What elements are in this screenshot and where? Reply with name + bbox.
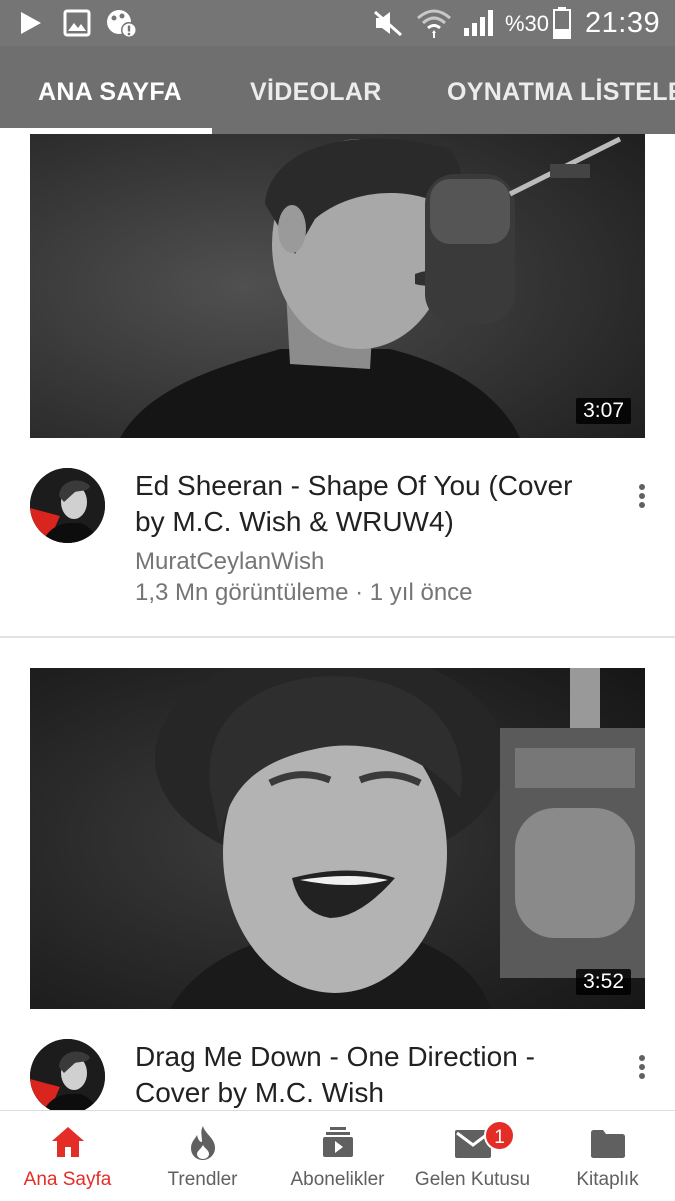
image-notification-icon bbox=[63, 9, 91, 37]
bottom-navigation: Ana Sayfa Trendler Abonelikler 1 Gelen K… bbox=[0, 1110, 675, 1201]
home-icon bbox=[51, 1127, 84, 1157]
nav-trending[interactable]: Trendler bbox=[135, 1111, 270, 1201]
video-meta: 1,3 Mn görüntüleme · 1 yıl önce bbox=[135, 579, 473, 606]
inbox-badge: 1 bbox=[484, 1120, 515, 1151]
nav-inbox-label: Gelen Kutusu bbox=[414, 1169, 531, 1190]
tab-home[interactable]: ANA SAYFA bbox=[38, 46, 182, 134]
status-bar: %30 21:39 bbox=[0, 0, 675, 46]
channel-tab-bar: ANA SAYFA VİDEOLAR OYNATMA LİSTELERİ bbox=[0, 46, 675, 134]
nav-library[interactable]: Kitaplık bbox=[540, 1111, 675, 1201]
channel-avatar[interactable] bbox=[30, 1039, 105, 1110]
channel-avatar[interactable] bbox=[30, 468, 105, 543]
video-duration: 3:07 bbox=[576, 398, 631, 424]
cellular-signal-icon bbox=[464, 10, 493, 36]
video-channel-name[interactable]: MuratCeylanWish bbox=[135, 548, 324, 576]
nav-inbox[interactable]: 1 Gelen Kutusu bbox=[405, 1111, 540, 1201]
divider bbox=[0, 636, 675, 638]
tab-videos[interactable]: VİDEOLAR bbox=[250, 46, 382, 134]
video-thumbnail[interactable]: 3:07 bbox=[30, 134, 645, 438]
play-notification-icon bbox=[21, 12, 41, 34]
nav-home[interactable]: Ana Sayfa bbox=[0, 1111, 135, 1201]
battery-icon bbox=[553, 7, 571, 39]
clock: 21:39 bbox=[585, 7, 661, 39]
wifi-icon bbox=[417, 9, 451, 38]
nav-trending-label: Trendler bbox=[167, 1169, 238, 1190]
more-options-icon[interactable] bbox=[628, 1047, 656, 1087]
tab-playlists[interactable]: OYNATMA LİSTELERİ bbox=[447, 46, 675, 134]
video-duration: 3:52 bbox=[576, 969, 631, 995]
video-thumbnail[interactable]: 3:52 bbox=[30, 668, 645, 1009]
video-title[interactable]: Drag Me Down - One Direction - Cover by … bbox=[135, 1039, 605, 1110]
nav-subscriptions[interactable]: Abonelikler bbox=[270, 1111, 405, 1201]
nav-home-label: Ana Sayfa bbox=[23, 1169, 112, 1190]
nav-library-label: Kitaplık bbox=[576, 1169, 639, 1190]
video-title[interactable]: Ed Sheeran - Shape Of You (Cover by M.C.… bbox=[135, 468, 605, 540]
mute-icon bbox=[374, 10, 402, 37]
data-alert-icon bbox=[107, 10, 137, 38]
flame-icon bbox=[190, 1126, 215, 1160]
battery-percent: %30 bbox=[505, 11, 550, 36]
more-options-icon[interactable] bbox=[628, 476, 656, 516]
video-feed[interactable]: 3:07 Ed Sheeran - Shape Of You (Cover by… bbox=[0, 134, 675, 1110]
folder-icon bbox=[590, 1130, 625, 1158]
subscriptions-icon bbox=[322, 1127, 353, 1157]
nav-subscriptions-label: Abonelikler bbox=[290, 1169, 385, 1190]
